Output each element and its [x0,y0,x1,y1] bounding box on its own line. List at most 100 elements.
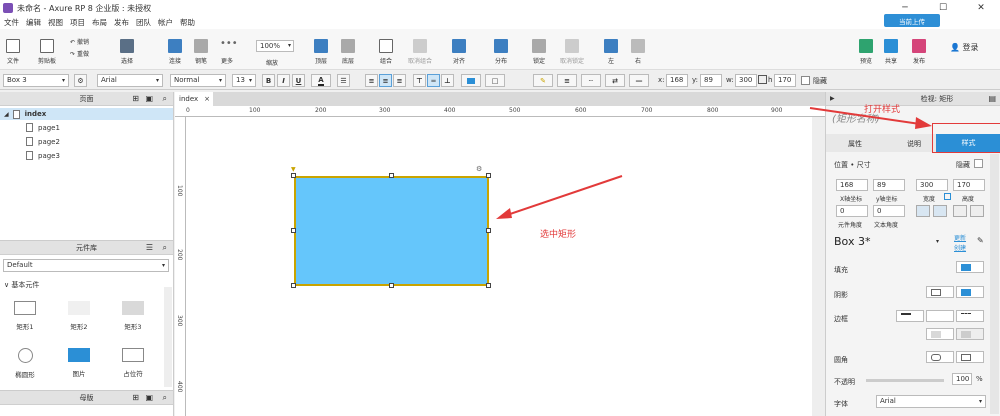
zoom-select[interactable]: 100% ▾ [256,40,294,52]
arrow-style-button[interactable]: ⇄ [605,74,625,87]
file-button[interactable]: 文件 [4,29,22,70]
tab-notes[interactable]: 说明 [907,139,921,149]
corner-radius-picker[interactable] [926,351,954,363]
redo-button[interactable]: ↷ 重做 [70,49,89,58]
shadow-button[interactable]: □ [485,74,505,87]
border-color-button[interactable]: ✎ [533,74,553,87]
flip-horizontal-icon[interactable] [933,205,947,217]
border-style-button[interactable]: ┄ [581,74,601,87]
height-input[interactable]: 170 [953,179,985,191]
close-button[interactable]: ✕ [962,0,1000,16]
resize-handle[interactable] [389,173,394,178]
page-item-index[interactable]: ◢ index [0,108,173,120]
lock-button[interactable]: 锁定 [530,29,548,70]
align-button[interactable]: 对齐 [448,29,470,70]
widget-image[interactable]: 图片 [59,348,99,378]
page-item-page3[interactable]: page3 [26,151,60,160]
opacity-slider[interactable] [866,379,944,382]
share-button[interactable]: 共享 [882,29,900,70]
element-rotation-input[interactable]: 0 [836,205,868,217]
border-width-picker[interactable] [896,310,924,322]
menu-account[interactable]: 帐户 [158,17,173,28]
menu-team[interactable]: 团队 [136,17,151,28]
group-button[interactable]: 组合 [377,29,395,70]
widget-rect1[interactable]: 矩形1 [5,301,45,331]
valign-middle-button[interactable]: ═ [427,74,440,87]
page-item-page2[interactable]: page2 [26,137,60,146]
search-icon[interactable]: ⌕ [163,94,167,104]
font-weight-select[interactable]: Normal ▾ [170,74,226,87]
library-select[interactable]: Default ▾ [3,259,169,272]
create-style-link[interactable]: 创建 [954,243,966,252]
valign-top-button[interactable]: ⊤ [413,74,426,87]
search-icon[interactable]: ⌕ [163,243,167,253]
hidden-checkbox[interactable] [801,76,810,85]
pen-tool-button[interactable]: 钢笔 [192,29,210,70]
hidden-checkbox[interactable] [974,159,983,168]
library-scrollbar[interactable] [164,287,172,387]
menu-view[interactable]: 视图 [48,17,63,28]
fit-height-icon[interactable] [970,205,984,217]
resize-handle[interactable] [291,228,296,233]
collapse-icon[interactable]: ◢ [4,111,9,118]
rotate-handle-icon[interactable]: ⚙ [476,165,482,173]
unlock-button[interactable]: 取消锁定 [556,29,588,70]
menu-publish[interactable]: 发布 [114,17,129,28]
flip-vertical-icon[interactable] [916,205,930,217]
add-page-icon[interactable]: ⊞ [132,94,139,103]
link-aspect-icon[interactable] [758,75,767,84]
bold-button[interactable]: B [262,74,275,87]
fit-width-icon[interactable] [953,205,967,217]
shadow-picker[interactable] [926,286,954,298]
x-coordinate-input[interactable]: 168 [836,179,868,191]
style-edit-icon[interactable]: ✎ [977,236,984,245]
align-left-button[interactable]: ≡ [365,74,378,87]
widget-rect3[interactable]: 矩形3 [113,301,153,331]
notes-icon[interactable]: ▤ [988,94,996,103]
y-input[interactable]: 89 [700,74,722,87]
right-button[interactable]: 右 [629,29,647,70]
close-icon[interactable]: × [204,95,210,103]
add-folder-icon[interactable]: ▣ [145,393,153,402]
upload-status-button[interactable]: 当前上传 [884,14,940,27]
underline-button[interactable]: U [292,74,305,87]
canvas-scrollbar[interactable] [812,117,825,416]
menu-arrange[interactable]: 布局 [92,17,107,28]
select-tool-button[interactable]: 选择 [114,29,140,70]
border-style-picker[interactable] [956,310,984,322]
align-right-button[interactable]: ≡ [393,74,406,87]
fill-color-picker[interactable] [956,261,984,273]
widget-style-select[interactable]: Box 3 ▾ [3,74,69,87]
resize-handle[interactable] [389,283,394,288]
tab-properties[interactable]: 属性 [848,139,862,149]
border-color-picker[interactable] [926,310,954,322]
undo-button[interactable]: ↶ 撤销 [70,37,89,46]
bullet-list-button[interactable]: ☰ [337,74,350,87]
corner-radius-handle-icon[interactable]: ▼ [291,166,296,173]
fill-color-button[interactable] [461,74,481,87]
resize-handle[interactable] [486,283,491,288]
add-master-icon[interactable]: ⊞ [132,393,139,402]
clipboard-button[interactable]: 剪贴板 [34,29,60,70]
send-to-bottom-button[interactable]: 底层 [339,29,357,70]
add-folder-icon[interactable]: ▣ [145,94,153,103]
text-rotation-input[interactable]: 0 [873,205,905,217]
resize-handle[interactable] [291,283,296,288]
selected-rectangle[interactable] [294,176,489,286]
font-family-select[interactable]: Arial ▾ [97,74,163,87]
font-size-select[interactable]: 13 ▾ [232,74,256,87]
menu-project[interactable]: 项目 [70,17,85,28]
left-button[interactable]: 左 [602,29,620,70]
border-width-button[interactable]: ≡ [557,74,577,87]
bring-to-top-button[interactable]: 顶层 [312,29,330,70]
inspector-scrollbar[interactable] [990,154,999,414]
opacity-input[interactable]: 100 [952,373,972,385]
library-group-header[interactable]: ∨ 基本元件 [4,280,39,290]
w-input[interactable]: 300 [735,74,757,87]
link-aspect-icon[interactable] [944,193,951,200]
widget-rect2[interactable]: 矩形2 [59,301,99,331]
x-input[interactable]: 168 [666,74,688,87]
italic-button[interactable]: I [277,74,290,87]
tab-index[interactable]: index × [175,92,213,106]
publish-button[interactable]: 发布 [907,29,931,70]
